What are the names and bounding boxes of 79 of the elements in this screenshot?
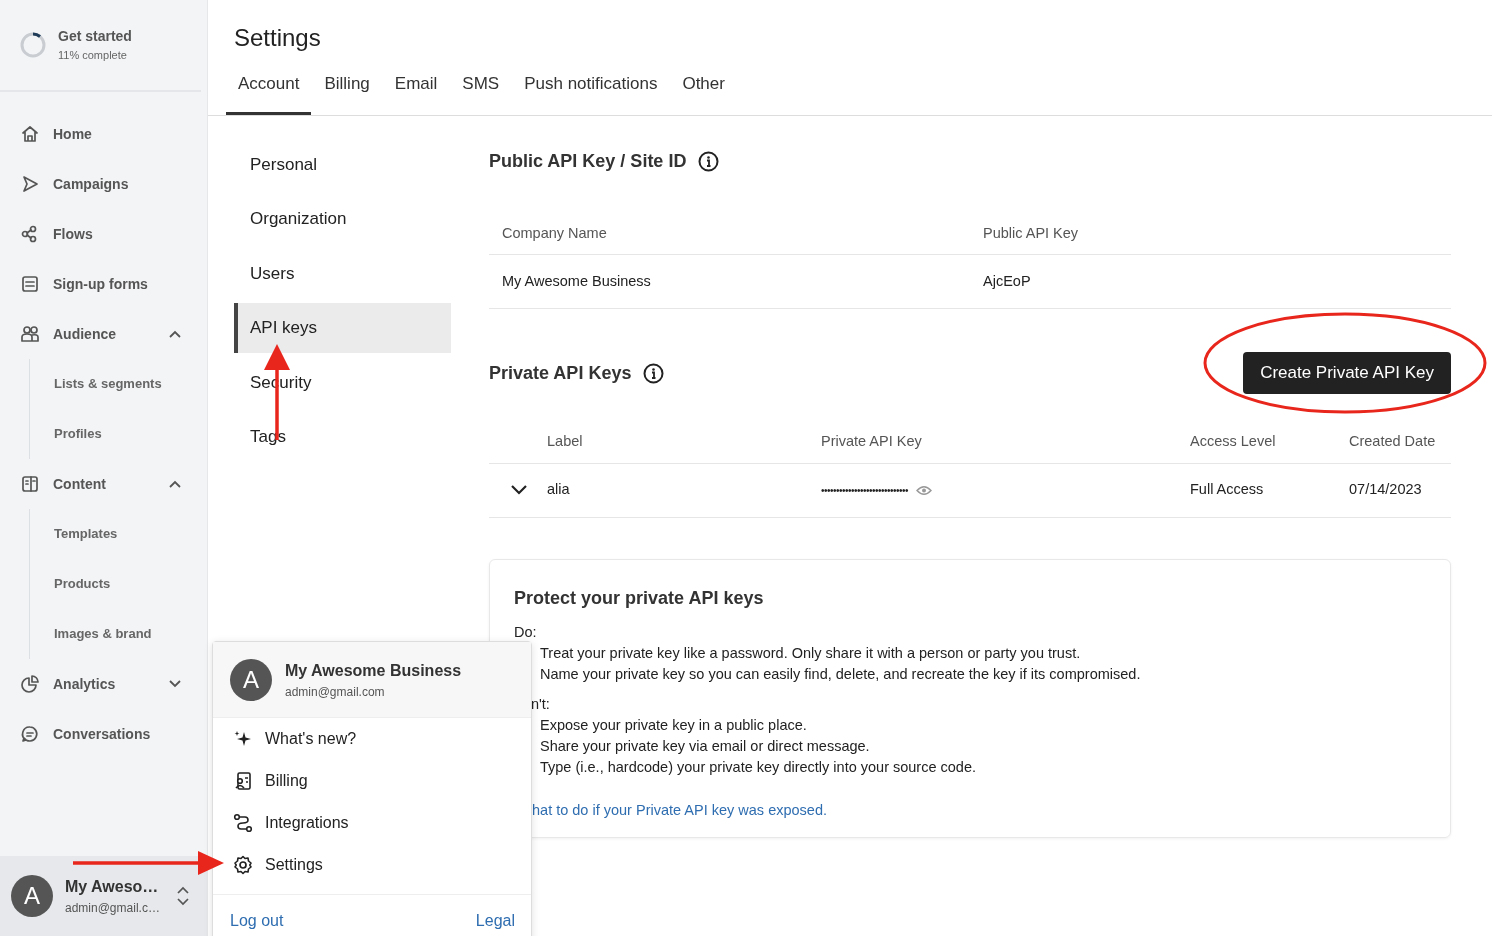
tab[interactable]: SMS bbox=[450, 62, 512, 116]
sidebar-item[interactable]: Campaigns bbox=[0, 159, 207, 209]
column-header: Private API Key bbox=[821, 432, 923, 452]
column-header: Access Level bbox=[1190, 432, 1277, 452]
connection-icon bbox=[233, 813, 253, 833]
account-switcher[interactable]: A My Aweso… admin@gmail.c… bbox=[0, 856, 207, 936]
list-item: Type (i.e., hardcode) your private key directly into your source code. bbox=[539, 757, 977, 777]
notice-title: Protect your private API keys bbox=[514, 586, 765, 610]
account-email: admin@gmail.com bbox=[285, 683, 386, 701]
section-title: Public API Key / Site ID bbox=[489, 150, 687, 174]
settings-nav-item[interactable]: Personal bbox=[234, 139, 451, 190]
tab[interactable]: Email bbox=[382, 62, 450, 116]
sidebar-item[interactable]: Home bbox=[0, 109, 207, 159]
menu-item[interactable]: Settings bbox=[213, 844, 531, 886]
column-header: Label bbox=[547, 432, 584, 452]
sidebar-item[interactable]: Conversations bbox=[0, 709, 207, 759]
settings-nav-item[interactable]: Tags bbox=[234, 411, 451, 462]
list-item: Expose your private key in a public place. bbox=[539, 715, 808, 735]
sidebar-subitem[interactable]: Images & brand bbox=[30, 609, 207, 659]
home-icon bbox=[20, 124, 40, 144]
document-icon bbox=[20, 474, 40, 494]
help-link[interactable]: hat to do if your Private API key was exposed. bbox=[532, 799, 827, 821]
sidebar-item[interactable]: Content bbox=[0, 459, 207, 509]
column-header: Public API Key bbox=[982, 223, 1080, 243]
column-header: Created Date bbox=[1349, 432, 1437, 452]
info-icon bbox=[698, 151, 720, 173]
tab[interactable]: Other bbox=[670, 62, 737, 116]
sidebar-item[interactable]: Sign-up forms bbox=[0, 259, 207, 309]
table-cell-text: 07/14/2023 bbox=[1349, 480, 1423, 500]
sidebar-item[interactable]: Analytics bbox=[0, 659, 207, 709]
progress-subtitle: 11% complete bbox=[58, 48, 128, 64]
table-cell-text: alia bbox=[547, 480, 571, 500]
list-heading: Do: bbox=[514, 622, 538, 642]
tab[interactable]: Push notifications bbox=[512, 62, 670, 116]
send-icon bbox=[20, 174, 40, 194]
tab[interactable]: Account bbox=[226, 62, 312, 116]
list-item: Name your private key so you can easily find, delete, and recreate the key if its compromised. bbox=[539, 664, 1142, 684]
settings-nav-item[interactable]: Organization bbox=[234, 193, 451, 244]
chevron-icon[interactable] bbox=[511, 485, 527, 496]
tab[interactable]: Billing bbox=[312, 62, 382, 116]
form-icon bbox=[20, 274, 40, 294]
footer-link[interactable]: Log out bbox=[230, 909, 284, 933]
footer-link[interactable]: Legal bbox=[475, 909, 515, 933]
sidebar-subitem[interactable]: Templates bbox=[30, 509, 207, 559]
menu-item[interactable]: Integrations bbox=[213, 802, 531, 844]
page-title: Settings bbox=[233, 23, 322, 53]
settings-icon bbox=[233, 855, 253, 875]
list-heading: n't: bbox=[530, 694, 551, 714]
table-cell-text: AjcEoP bbox=[982, 271, 1032, 291]
menu-item[interactable]: Billing bbox=[213, 760, 531, 802]
account-email: admin@gmail.c… bbox=[65, 900, 161, 917]
sidebar-item[interactable]: Audience bbox=[0, 309, 207, 359]
create-key-button[interactable]: Create Private API Key bbox=[1243, 352, 1451, 394]
sidebar-item[interactable]: Flows bbox=[0, 209, 207, 259]
table-cell-text: My Awesome Business bbox=[501, 271, 652, 291]
table-cell-text: Full Access bbox=[1190, 480, 1265, 500]
settings-nav-item[interactable]: Users bbox=[234, 248, 451, 299]
column-header: Company Name bbox=[501, 223, 608, 243]
sidebar-subitem[interactable]: Profiles bbox=[30, 409, 207, 459]
chat-icon bbox=[20, 724, 40, 744]
masked-key: ••••••••••••••••••••••••••••• bbox=[821, 482, 909, 498]
section-title: Private API Keys bbox=[489, 361, 632, 385]
pie-chart-icon bbox=[20, 674, 40, 694]
progress-title: Get started bbox=[58, 27, 132, 47]
list-item: Share your private key via email or direct message. bbox=[539, 736, 871, 756]
account-name: My Aweso… bbox=[65, 877, 160, 897]
menu-item[interactable]: What's new? bbox=[213, 718, 531, 760]
account-name: My Awesome Business bbox=[285, 660, 462, 681]
info-icon bbox=[643, 362, 665, 384]
list-item: Treat your private key like a password. Only share it with a person or party you trust. bbox=[539, 643, 1082, 663]
expand-icon bbox=[177, 886, 189, 906]
eye-icon bbox=[916, 484, 933, 496]
sidebar-subitem[interactable]: Lists & segments bbox=[30, 359, 207, 409]
sidebar-subitem[interactable]: Products bbox=[30, 559, 207, 609]
settings-nav-item[interactable]: API keys bbox=[234, 302, 451, 353]
id-card-icon bbox=[233, 771, 253, 791]
avatar: A bbox=[11, 875, 53, 917]
avatar: A bbox=[230, 658, 272, 701]
people-icon bbox=[20, 324, 40, 344]
